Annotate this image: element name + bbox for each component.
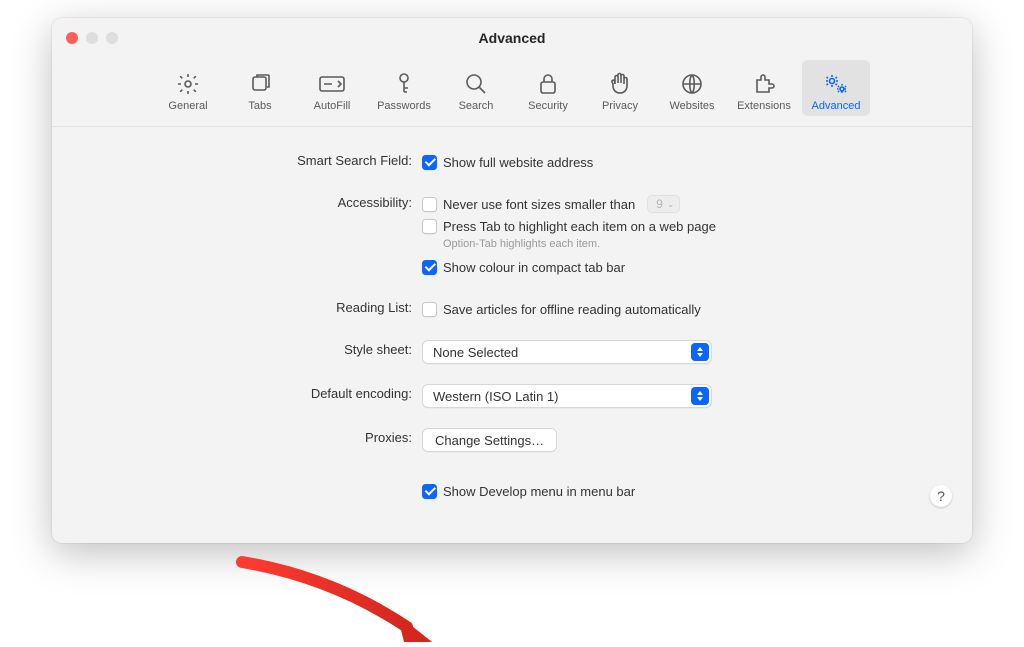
gears-icon bbox=[823, 70, 849, 98]
close-window-button[interactable] bbox=[66, 32, 78, 44]
show-full-address-text: Show full website address bbox=[443, 155, 593, 170]
accessibility-label: Accessibility: bbox=[92, 193, 422, 210]
tab-autofill[interactable]: AutoFill bbox=[298, 60, 366, 116]
save-offline-checkbox[interactable] bbox=[422, 302, 437, 317]
tab-tabs[interactable]: Tabs bbox=[226, 60, 294, 116]
fullscreen-window-button[interactable] bbox=[106, 32, 118, 44]
tab-passwords[interactable]: Passwords bbox=[370, 60, 438, 116]
chevron-down-icon: ⌄ bbox=[667, 199, 675, 210]
updown-arrows-icon bbox=[691, 387, 709, 405]
style-sheet-label: Style sheet: bbox=[92, 340, 422, 357]
smart-search-label: Smart Search Field: bbox=[92, 151, 422, 168]
updown-arrows-icon bbox=[691, 343, 709, 361]
lock-icon bbox=[538, 70, 558, 98]
show-develop-text: Show Develop menu in menu bar bbox=[443, 484, 635, 499]
tab-general[interactable]: General bbox=[154, 60, 222, 116]
search-icon bbox=[464, 70, 488, 98]
key-icon bbox=[394, 70, 414, 98]
save-offline-text: Save articles for offline reading automa… bbox=[443, 302, 701, 317]
style-sheet-select[interactable]: None Selected bbox=[422, 340, 712, 364]
window-title: Advanced bbox=[52, 18, 972, 46]
tab-advanced[interactable]: Advanced bbox=[802, 60, 870, 116]
preferences-window: Advanced General Tabs AutoFill Passwords bbox=[52, 18, 972, 543]
press-tab-hint: Option-Tab highlights each item. bbox=[422, 238, 932, 250]
show-full-address-checkbox[interactable] bbox=[422, 155, 437, 170]
tab-privacy[interactable]: Privacy bbox=[586, 60, 654, 116]
tab-security[interactable]: Security bbox=[514, 60, 582, 116]
autofill-icon bbox=[319, 70, 345, 98]
tab-extensions[interactable]: Extensions bbox=[730, 60, 798, 116]
gear-icon bbox=[176, 70, 200, 98]
content-area: Smart Search Field: Show full website ad… bbox=[52, 127, 972, 515]
tab-websites[interactable]: Websites bbox=[658, 60, 726, 116]
press-tab-text: Press Tab to highlight each item on a we… bbox=[443, 219, 716, 234]
tabs-icon bbox=[248, 70, 272, 98]
show-colour-checkbox[interactable] bbox=[422, 260, 437, 275]
tab-search[interactable]: Search bbox=[442, 60, 510, 116]
press-tab-checkbox[interactable] bbox=[422, 219, 437, 234]
font-size-text: Never use font sizes smaller than bbox=[443, 197, 635, 212]
default-encoding-label: Default encoding: bbox=[92, 384, 422, 401]
globe-icon bbox=[680, 70, 704, 98]
prefs-toolbar: General Tabs AutoFill Passwords Search bbox=[52, 46, 972, 127]
font-size-select[interactable]: 9 ⌄ bbox=[647, 195, 680, 213]
show-colour-text: Show colour in compact tab bar bbox=[443, 260, 625, 275]
minimize-window-button[interactable] bbox=[86, 32, 98, 44]
annotation-arrow bbox=[232, 547, 442, 647]
help-button[interactable]: ? bbox=[930, 485, 952, 507]
hand-icon bbox=[609, 70, 631, 98]
puzzle-icon bbox=[752, 70, 776, 98]
reading-list-label: Reading List: bbox=[92, 298, 422, 315]
show-develop-checkbox[interactable] bbox=[422, 484, 437, 499]
window-controls bbox=[66, 32, 118, 44]
font-size-checkbox[interactable] bbox=[422, 197, 437, 212]
proxies-label: Proxies: bbox=[92, 428, 422, 445]
default-encoding-select[interactable]: Western (ISO Latin 1) bbox=[422, 384, 712, 408]
change-settings-button[interactable]: Change Settings… bbox=[422, 428, 557, 452]
